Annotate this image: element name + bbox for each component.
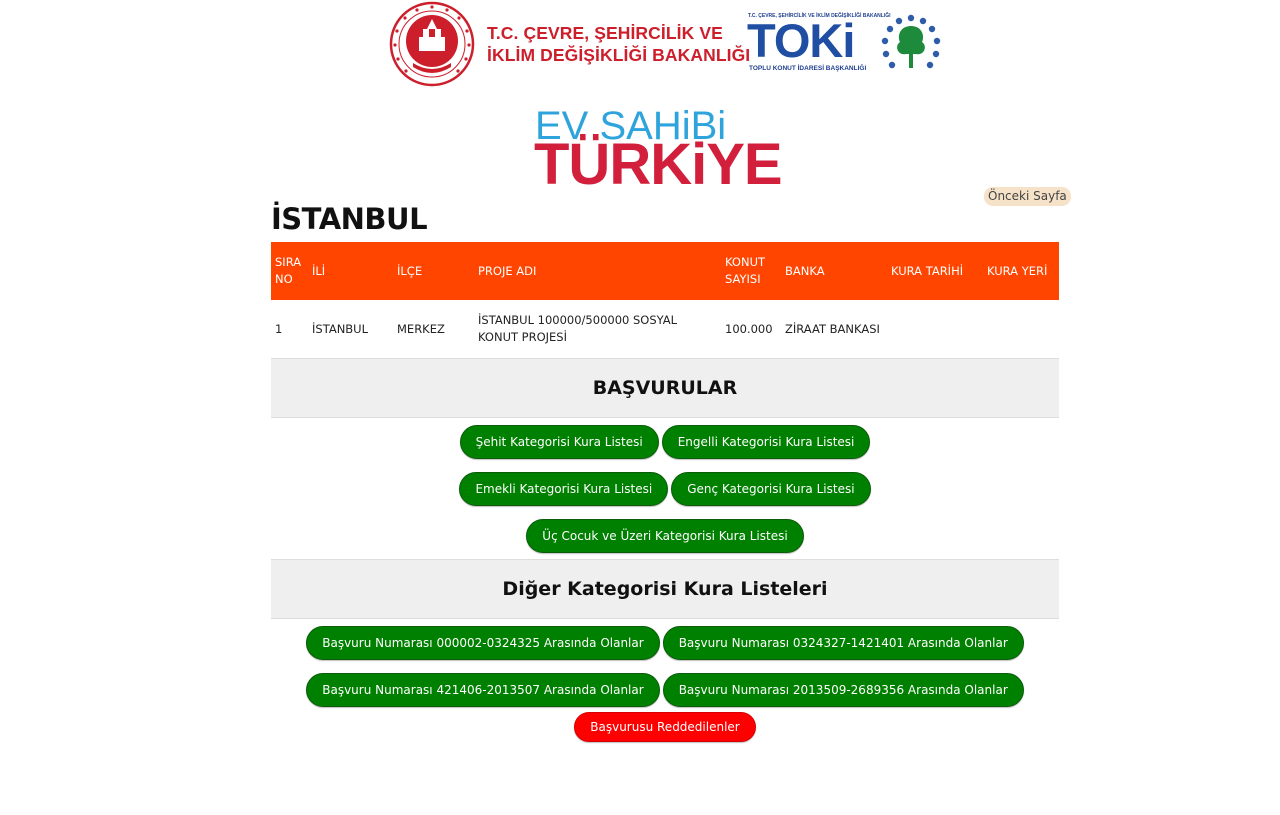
emekli-category-list-button[interactable]: Emekli Kategorisi Kura Listesi [459, 472, 669, 506]
column-header-konut-sayisi: KONUT SAYISI [721, 242, 781, 300]
cell-kura-tarihi [887, 300, 983, 359]
cell-ilce: MERKEZ [393, 300, 474, 359]
ministry-name-line2: İKLİM DEĞİŞİKLİĞİ BAKANLIĞI [487, 45, 751, 65]
cell-sira-no: 1 [271, 300, 308, 359]
toki-tree-emblem-icon [881, 14, 941, 69]
range-2013509-2689356-button[interactable]: Başvuru Numarası 2013509-2689356 Arasınd… [662, 673, 1024, 707]
engelli-category-list-button[interactable]: Engelli Kategorisi Kura Listesi [661, 425, 871, 459]
toki-wordmark: TOKi [747, 14, 855, 67]
column-header-kura-yeri: KURA YERİ [983, 242, 1059, 300]
header-logos: T.C. ÇEVRE, ŞEHİRCİLİK VE İKLİM DEĞİŞİKL… [0, 0, 1280, 196]
other-row-1: Başvuru Numarası 000002-0324325 Arasında… [271, 626, 1059, 660]
range-0324327-1421401-button[interactable]: Başvuru Numarası 0324327-1421401 Arasınd… [662, 626, 1024, 660]
table-header-row: SIRA NO İLİ İLÇE PROJE ADI KONUT SAYISI … [271, 242, 1059, 300]
sehit-category-list-button[interactable]: Şehit Kategorisi Kura Listesi [459, 425, 659, 459]
column-header-ilce: İLÇE [393, 242, 474, 300]
applications-section-title: BAŞVURULAR [271, 359, 1059, 418]
uc-cocuk-category-list-button[interactable]: Üç Cocuk ve Üzeri Kategorisi Kura Listes… [526, 519, 804, 553]
previous-page-button[interactable]: Önceki Sayfa [984, 187, 1071, 206]
campaign-logo-line2: TÜRKiYE [534, 132, 783, 197]
cell-banka: ZİRAAT BANKASI [781, 300, 887, 359]
applications-row-1: Şehit Kategorisi Kura Listesi Engelli Ka… [271, 425, 1059, 459]
other-row-2: Başvuru Numarası 421406-2013507 Arasında… [271, 673, 1059, 707]
range-421406-2013507-button[interactable]: Başvuru Numarası 421406-2013507 Arasında… [306, 673, 660, 707]
other-row-3: Başvurusu Reddedilenler [271, 712, 1059, 742]
main-content: SIRA NO İLİ İLÇE PROJE ADI KONUT SAYISI … [271, 242, 1059, 742]
ministry-name-line1: T.C. ÇEVRE, ŞEHİRCİLİK VE [487, 23, 723, 43]
other-categories-section-title: Diğer Kategorisi Kura Listeleri [271, 559, 1059, 619]
cell-konut-sayisi: 100.000 [721, 300, 781, 359]
cell-ili: İSTANBUL [308, 300, 393, 359]
project-table: SIRA NO İLİ İLÇE PROJE ADI KONUT SAYISI … [271, 242, 1059, 359]
column-header-kura-tarihi: KURA TARİHİ [887, 242, 983, 300]
column-header-proje-adi: PROJE ADI [474, 242, 721, 300]
column-header-banka: BANKA [781, 242, 887, 300]
applications-row-2: Emekli Kategorisi Kura Listesi Genç Kate… [271, 472, 1059, 506]
range-000002-0324325-button[interactable]: Başvuru Numarası 000002-0324325 Arasında… [306, 626, 660, 660]
column-header-sira-no: SIRA NO [271, 242, 308, 300]
table-row: 1 İSTANBUL MERKEZ İSTANBUL 100000/500000… [271, 300, 1059, 359]
cell-kura-yeri [983, 300, 1059, 359]
applications-row-3: Üç Cocuk ve Üzeri Kategorisi Kura Listes… [271, 519, 1059, 553]
page-title: İSTANBUL [271, 202, 428, 236]
column-header-ili: İLİ [308, 242, 393, 300]
ministry-name: T.C. ÇEVRE, ŞEHİRCİLİK VE İKLİM DEĞİŞİKL… [487, 22, 750, 66]
toki-full-name: TOPLU KONUT İDARESİ BAŞKANLIĞI [749, 65, 867, 72]
rejected-applications-button[interactable]: Başvurusu Reddedilenler [574, 712, 756, 742]
genc-category-list-button[interactable]: Genç Kategorisi Kura Listesi [671, 472, 871, 506]
ministry-seal-logo [389, 1, 475, 87]
cell-proje-adi: İSTANBUL 100000/500000 SOSYAL KONUT PROJ… [474, 300, 721, 359]
